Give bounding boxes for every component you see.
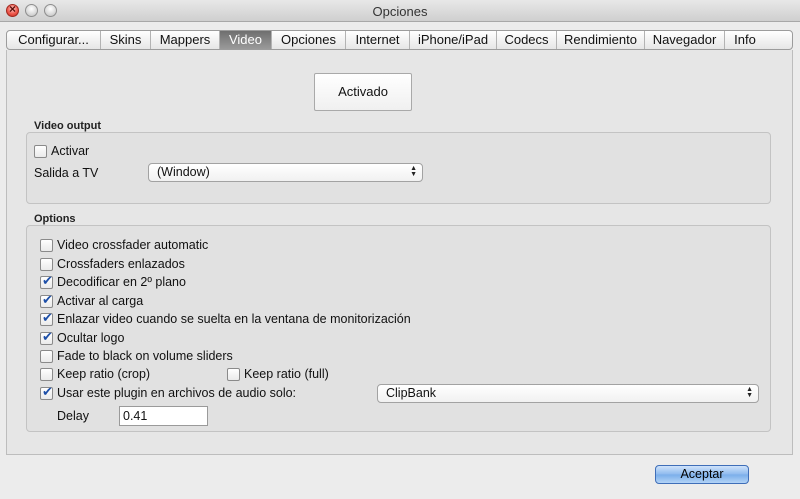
option-label: Enlazar video cuando se suelta en la ven… [57,312,411,326]
option-row[interactable]: Activar al carga [40,292,144,309]
tab-skins[interactable]: Skins [101,31,151,49]
options-group-title: Options [34,213,76,225]
window-title: Opciones [372,4,428,19]
option-row[interactable]: Crossfaders enlazados [40,256,185,272]
tab-mappers[interactable]: Mappers [151,31,220,49]
keep-ratio-full-label: Keep ratio (full) [244,367,329,381]
option-row[interactable]: Video crossfader automatic [40,237,208,253]
activar-checkbox-row[interactable]: Activar [34,143,89,159]
activar-label: Activar [51,144,90,158]
option-row[interactable]: Decodificar en 2º plano [40,273,186,290]
option-checkbox[interactable] [40,329,53,345]
option-row[interactable]: Fade to black on volume sliders [40,348,233,364]
option-row[interactable]: Ocultar logo [40,329,125,346]
audio-plugin-label: Usar este plugin en archivos de audio so… [57,386,297,400]
option-label: Crossfaders enlazados [57,257,185,271]
option-label: Decodificar en 2º plano [57,275,186,289]
option-checkbox[interactable] [40,257,53,271]
tab-internet[interactable]: Internet [346,31,410,49]
option-label: Ocultar logo [57,331,125,345]
salida-tv-select[interactable]: (Window) ▲ ▼ [148,163,423,182]
audio-plugin-checkbox[interactable] [40,384,53,400]
aceptar-button[interactable]: Aceptar [655,465,749,484]
title-bar: Opciones [0,0,800,22]
tab-navegador[interactable]: Navegador [645,31,725,49]
tab-iphone-ipad[interactable]: iPhone/iPad [410,31,497,49]
keep-ratio-crop-row[interactable]: Keep ratio (crop) [40,366,150,382]
option-label: Activar al carga [57,294,144,308]
tab-video[interactable]: Video [220,31,272,49]
activado-button[interactable]: Activado [314,73,412,111]
keep-ratio-full-checkbox[interactable] [227,367,240,381]
option-label: Fade to black on volume sliders [57,349,233,363]
keep-ratio-crop-checkbox[interactable] [40,367,53,381]
option-label: Video crossfader automatic [57,238,209,252]
delay-input[interactable]: 0.41 [119,406,208,426]
option-checkbox[interactable] [40,238,53,252]
select-arrows-icon: ▲ ▼ [746,386,753,399]
keep-ratio-full-row[interactable]: Keep ratio (full) [227,366,329,382]
tab-configurar[interactable]: Configurar... [7,31,101,49]
tab-bar: Configurar... Skins Mappers Video Opciones In… [6,30,793,50]
tab-rendimiento[interactable]: Rendimiento [557,31,645,49]
audio-plugin-select[interactable]: ClipBank ▲ ▼ [377,384,759,403]
keep-ratio-crop-label: Keep ratio (crop) [57,367,151,381]
audio-plugin-value: ClipBank [386,386,437,400]
option-checkbox[interactable] [40,292,53,308]
tab-info[interactable]: Info [725,31,765,49]
activar-checkbox[interactable] [34,144,47,158]
salida-tv-label: Salida a TV [34,166,99,180]
select-arrows-icon: ▲ ▼ [410,165,417,178]
delay-label: Delay [57,409,89,423]
tab-opciones[interactable]: Opciones [272,31,346,49]
tab-codecs[interactable]: Codecs [497,31,557,49]
salida-tv-value: (Window) [157,165,210,179]
option-checkbox[interactable] [40,349,53,363]
video-output-group-title: Video output [34,120,102,132]
option-checkbox[interactable] [40,310,53,326]
option-row[interactable]: Enlazar video cuando se suelta en la ven… [40,310,411,327]
audio-plugin-row[interactable]: Usar este plugin en archivos de audio so… [40,384,297,401]
option-checkbox[interactable] [40,273,53,289]
